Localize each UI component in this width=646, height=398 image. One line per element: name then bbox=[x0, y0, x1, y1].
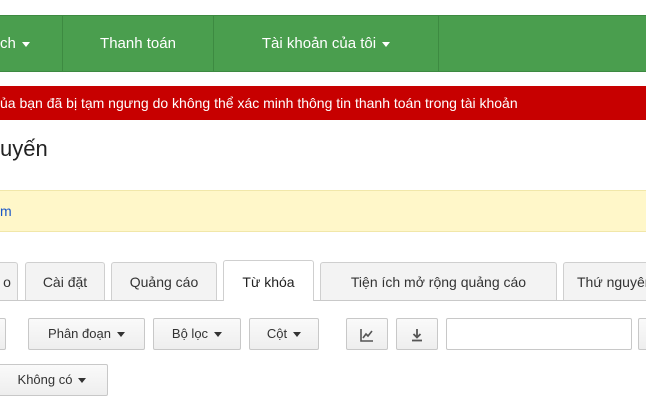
columns-dropdown[interactable]: Cột bbox=[249, 318, 319, 350]
search-button[interactable] bbox=[638, 318, 646, 350]
tab-label: Từ khóa bbox=[242, 274, 295, 290]
filter-dropdown[interactable]: Bộ lọc bbox=[153, 318, 241, 350]
toolbar-partial-button[interactable] bbox=[0, 318, 6, 350]
tab-label: Cài đặt bbox=[42, 274, 88, 290]
chevron-down-icon bbox=[21, 41, 30, 47]
tab-baseline bbox=[0, 300, 646, 301]
nav-item-1[interactable]: ch bbox=[0, 16, 63, 71]
tab-ads[interactable]: Quảng cáo bbox=[111, 262, 217, 300]
nav-item-1-label: ch bbox=[0, 35, 16, 52]
nav-item-my-account[interactable]: Tài khoản của tôi bbox=[214, 16, 439, 71]
tab-dimensions[interactable]: Thứ nguyên bbox=[563, 262, 646, 300]
chevron-down-icon bbox=[214, 332, 223, 338]
tab-ad-extensions[interactable]: Tiện ích mở rộng quảng cáo bbox=[320, 262, 557, 300]
page-title: uyến bbox=[0, 136, 48, 161]
segment-label: Phân đoạn bbox=[48, 326, 111, 341]
columns-label: Cột bbox=[266, 326, 288, 341]
none-select[interactable]: Không có bbox=[0, 364, 108, 396]
notice-banner: m bbox=[0, 190, 646, 232]
tab-settings[interactable]: Cài đặt bbox=[25, 262, 105, 300]
download-button[interactable] bbox=[396, 318, 438, 350]
line-chart-icon bbox=[359, 326, 375, 342]
nav-item-billing-label: Thanh toán bbox=[100, 35, 176, 52]
none-select-label: Không có bbox=[17, 372, 73, 387]
chevron-down-icon bbox=[116, 332, 125, 338]
tab-label: o bbox=[3, 274, 11, 290]
segment-dropdown[interactable]: Phân đoạn bbox=[28, 318, 145, 350]
chevron-down-icon bbox=[293, 332, 302, 338]
notice-link[interactable]: m bbox=[0, 191, 12, 231]
tab-partial[interactable]: o bbox=[0, 262, 18, 300]
chevron-down-icon bbox=[78, 378, 87, 384]
alert-text: ủa bạn đã bị tạm ngưng do không thể xác … bbox=[0, 95, 518, 111]
account-suspended-alert: ủa bạn đã bị tạm ngưng do không thể xác … bbox=[0, 86, 646, 120]
tab-keywords[interactable]: Từ khóa bbox=[223, 260, 314, 301]
chart-button[interactable] bbox=[346, 318, 388, 350]
chevron-down-icon bbox=[382, 41, 391, 47]
filter-label: Bộ lọc bbox=[171, 326, 209, 341]
tab-label: Quảng cáo bbox=[129, 274, 199, 290]
search-input[interactable] bbox=[446, 318, 632, 350]
nav-item-billing[interactable]: Thanh toán bbox=[63, 16, 214, 71]
nav-item-my-account-label: Tài khoản của tôi bbox=[261, 35, 377, 52]
top-navigation: ch Thanh toán Tài khoản của tôi bbox=[0, 15, 646, 72]
download-icon bbox=[409, 326, 425, 341]
tab-label: Tiện ích mở rộng quảng cáo bbox=[350, 274, 527, 290]
tab-label: Thứ nguyên bbox=[577, 274, 646, 290]
